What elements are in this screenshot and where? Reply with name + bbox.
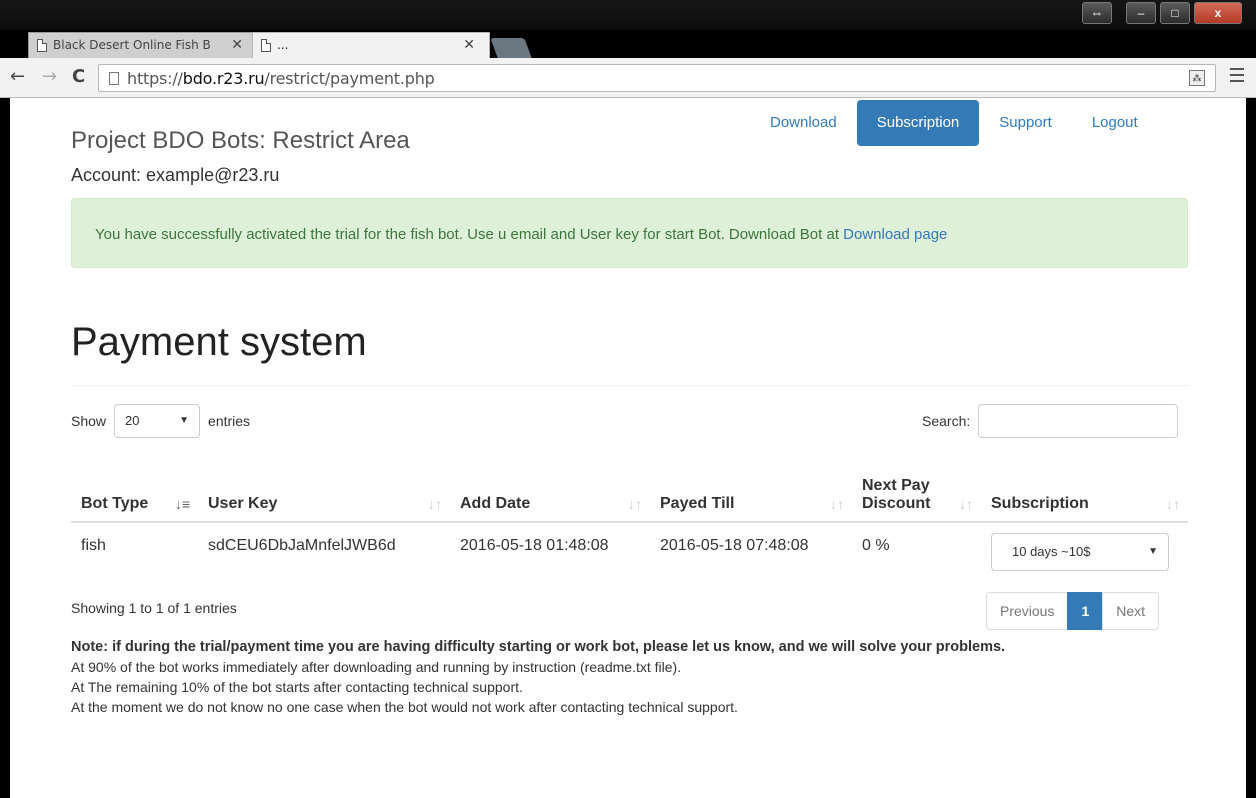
cell-bot-type: fish <box>81 537 106 554</box>
divider <box>71 385 1188 386</box>
pagination-page-1[interactable]: 1 <box>1067 592 1104 630</box>
entries-value: 20 <box>125 413 140 428</box>
page-viewport: Project BDO Bots: Restrict Area Account:… <box>10 98 1246 798</box>
nav-download[interactable]: Download <box>750 100 857 146</box>
cell-discount: 0 % <box>862 537 890 554</box>
sort-icon: ↓↑ <box>1166 496 1180 512</box>
browser-tab-2[interactable]: ... ✕ <box>252 32 490 58</box>
tab-title: Black Desert Online Fish B <box>53 38 211 52</box>
show-label: Show <box>71 413 107 429</box>
address-bar[interactable]: https://bdo.r23.ru/restrict/payment.php … <box>98 64 1216 92</box>
pagination-next[interactable]: Next <box>1102 592 1160 630</box>
column-header-bot-type[interactable]: Bot Type ↓≡ <box>71 458 198 523</box>
page-title: Payment system <box>71 320 367 364</box>
nav-subscription[interactable]: Subscription <box>856 100 980 146</box>
success-alert: You have successfully activated the tria… <box>71 198 1188 268</box>
column-header-payed-till[interactable]: Payed Till ↓↑ <box>650 458 852 523</box>
page-icon <box>109 72 119 85</box>
subscription-value: 10 days ~10$ <box>1012 544 1091 559</box>
cell-subscription: 10 days ~10$ ▼ <box>981 522 1188 586</box>
entries-label: entries <box>208 413 251 429</box>
back-arrow-icon[interactable]: ← <box>10 66 25 87</box>
nav-support[interactable]: Support <box>979 100 1072 146</box>
account-label: Account: example@r23.ru <box>71 165 280 185</box>
reload-icon[interactable]: C <box>72 66 85 87</box>
browser-tab-1[interactable]: Black Desert Online Fish B ✕ <box>28 32 258 58</box>
top-navigation: Download Subscription Support Logout <box>750 100 1158 146</box>
entries-select[interactable]: 20 ▼ <box>114 404 201 438</box>
sort-icon: ↓↑ <box>830 496 844 512</box>
table-info: Showing 1 to 1 of 1 entries <box>71 600 237 616</box>
cell-add-date: 2016-05-18 01:48:08 <box>460 537 609 554</box>
resize-icon[interactable]: ⇔ <box>1082 2 1112 24</box>
note-heading: Note: if during the trial/payment time y… <box>71 639 1006 655</box>
brand-title[interactable]: Project BDO Bots: Restrict Area <box>71 127 410 155</box>
subscription-select[interactable]: 10 days ~10$ ▼ <box>991 533 1169 571</box>
translate-icon[interactable]: ⁂ <box>1189 70 1205 86</box>
window-controls: ⇔ – □ x <box>1082 2 1242 24</box>
note-line: At the moment we do not know no one case… <box>71 699 738 715</box>
page-icon <box>37 39 47 52</box>
caret-down-icon: ▼ <box>1148 546 1158 557</box>
browser-toolbar: ← → C https://bdo.r23.ru/restrict/paymen… <box>0 58 1256 98</box>
sort-icon: ↓↑ <box>428 496 442 512</box>
tab-title: ... <box>277 38 289 52</box>
cell-payed-till: 2016-05-18 07:48:08 <box>660 537 809 554</box>
sort-icon: ↓↑ <box>628 496 642 512</box>
search-label: Search: <box>922 413 971 429</box>
close-window-button[interactable]: x <box>1194 2 1242 24</box>
payments-table: Bot Type ↓≡ User Key ↓↑ Add Date ↓↑ Payed T… <box>71 458 1188 586</box>
tab-close-icon[interactable]: ✕ <box>231 33 243 57</box>
nav-logout[interactable]: Logout <box>1072 100 1158 146</box>
search-input[interactable] <box>978 404 1179 438</box>
table-row: fish sdCEU6DbJaMnfelJWB6d 2016-05-18 01:… <box>71 522 1188 586</box>
notes-section: Note: if during the trial/payment time y… <box>71 637 1005 717</box>
sort-icon: ↓↑ <box>959 496 973 512</box>
pagination: Previous 1 Next <box>986 592 1160 630</box>
note-line: At 90% of the bot works immediately afte… <box>71 659 682 675</box>
table-search: Search: <box>922 404 1179 438</box>
new-tab-button[interactable] <box>490 38 532 58</box>
column-header-subscription[interactable]: Subscription ↓↑ <box>981 458 1188 523</box>
entries-length-control: Show 20 ▼ entries <box>71 404 250 438</box>
maximize-button[interactable]: □ <box>1160 2 1190 24</box>
forward-arrow-icon[interactable]: → <box>42 66 57 87</box>
menu-icon[interactable] <box>1230 68 1244 86</box>
window-titlebar: ⇔ – □ x <box>0 0 1256 30</box>
sort-desc-icon: ↓≡ <box>174 496 190 512</box>
column-header-discount[interactable]: Next Pay Discount ↓↑ <box>852 458 981 523</box>
table-header-row: Bot Type ↓≡ User Key ↓↑ Add Date ↓↑ Payed T… <box>71 458 1188 523</box>
minimize-button[interactable]: – <box>1126 2 1156 24</box>
note-line: At The remaining 10% of the bot starts a… <box>71 679 523 695</box>
column-header-add-date[interactable]: Add Date ↓↑ <box>450 458 650 523</box>
url-text[interactable]: https://bdo.r23.ru/restrict/payment.php <box>127 69 435 88</box>
download-page-link[interactable]: Download page <box>843 226 947 243</box>
caret-down-icon: ▼ <box>179 415 190 426</box>
pagination-previous[interactable]: Previous <box>986 592 1069 630</box>
column-header-user-key[interactable]: User Key ↓↑ <box>198 458 450 523</box>
alert-text: You have successfully activated the tria… <box>95 226 844 243</box>
tab-close-icon[interactable]: ✕ <box>463 33 475 57</box>
cell-user-key: sdCEU6DbJaMnfelJWB6d <box>208 537 396 554</box>
page-icon <box>261 39 271 52</box>
